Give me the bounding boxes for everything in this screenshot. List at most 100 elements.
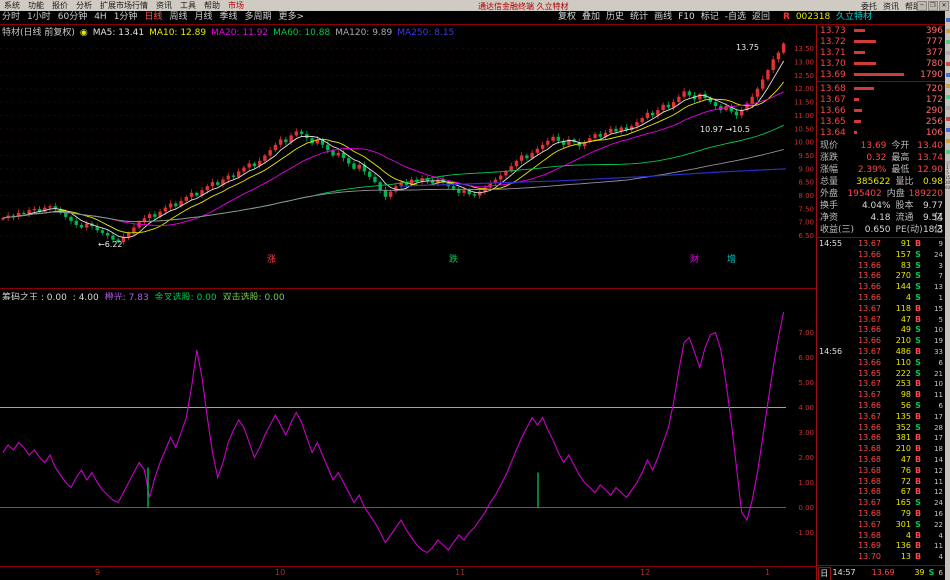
- menu-item[interactable]: 分析: [76, 1, 92, 10]
- period-indicator[interactable]: 日线: [818, 566, 831, 580]
- tick-row: 13.67 135 B 17: [817, 412, 945, 423]
- toolbar-button-标记[interactable]: 标记: [701, 11, 719, 24]
- quote-label: 量比: [895, 177, 914, 187]
- trading-terminal-window: 系统 功能 报价 分析 扩展市场行情 资讯 工具 帮助 市场 通达信金融终端 久立特材 委托资…: [0, 0, 950, 580]
- period-tab-月线[interactable]: 月线: [194, 11, 212, 24]
- menu-item[interactable]: 工具: [180, 1, 196, 10]
- tick-row: 13.65 222 S 21: [817, 369, 945, 380]
- tick-volume: 165: [895, 498, 911, 508]
- toolbar-button-统计[interactable]: 统计: [630, 11, 648, 24]
- tick-side-flag: S: [915, 282, 921, 292]
- strip-period-label[interactable]: 60: [945, 185, 950, 190]
- strip-icon[interactable]: [945, 73, 950, 77]
- strip-icon[interactable]: [945, 117, 950, 121]
- toolbar-button-F10[interactable]: F10: [678, 11, 695, 24]
- tick-side-flag: B: [914, 508, 922, 518]
- strip-icon[interactable]: [945, 29, 950, 33]
- tick-side-flag: B: [914, 303, 922, 313]
- strip-icon[interactable]: [945, 62, 950, 66]
- close-button[interactable]: ✕: [939, 1, 949, 11]
- strip-icon[interactable]: [945, 40, 950, 44]
- month-label: 1: [765, 568, 771, 577]
- toolbar-button-画线[interactable]: 画线: [654, 11, 672, 24]
- menu-item[interactable]: 帮助: [204, 1, 220, 10]
- book-volume: 720: [925, 83, 943, 94]
- order-book-row[interactable]: 13.71 377: [817, 47, 945, 58]
- period-tab-季线[interactable]: 季线: [219, 11, 237, 24]
- tick-price: 13.68: [858, 444, 881, 454]
- strip-icon[interactable]: [945, 18, 950, 22]
- book-bar: [854, 73, 911, 76]
- order-book-row[interactable]: 13.67 172: [817, 94, 945, 105]
- menu-item[interactable]: 扩展市场行情: [100, 1, 148, 10]
- tick-time: [817, 498, 849, 509]
- tick-row: 13.68 72 B 11: [817, 477, 945, 488]
- menu-item[interactable]: 功能: [28, 1, 44, 10]
- strip-icon[interactable]: [945, 51, 950, 55]
- strip-icon[interactable]: [945, 128, 950, 132]
- tick-row: 13.68 67 B 12: [817, 487, 945, 498]
- tick-row: 13.66 49 S 10: [817, 325, 945, 336]
- minimize-button[interactable]: ─: [917, 1, 927, 11]
- book-volume: 172: [925, 94, 943, 105]
- tick-volume: 47: [900, 314, 911, 324]
- tick-volume: 91: [900, 239, 911, 248]
- candlestick-chart[interactable]: 13.50 13.00 12.50 12.00 11.50 11.00 10.50 10.00…: [0, 36, 816, 288]
- restore-button[interactable]: ❐: [928, 1, 938, 11]
- order-book-row[interactable]: 13.66 290: [817, 105, 945, 116]
- toolbar-button-复权[interactable]: 复权: [558, 11, 576, 24]
- toolbar-button-叠加[interactable]: 叠加: [582, 11, 600, 24]
- order-book-row[interactable]: 13.68 720: [817, 83, 945, 94]
- tick-time: [817, 509, 849, 520]
- quote-separator: [817, 237, 945, 238]
- strip-icon[interactable]: [945, 139, 950, 143]
- quote-value: 2.39%: [857, 165, 887, 175]
- right-icon-strip: 1 5 15 30 60: [945, 11, 950, 580]
- period-tab-日线[interactable]: 日线: [144, 11, 162, 24]
- menu-item[interactable]: 资讯: [156, 1, 172, 10]
- period-tab-1分钟[interactable]: 1分钟: [114, 11, 138, 24]
- book-volume: 1790: [920, 69, 943, 80]
- toolbar-button-返回[interactable]: 返回: [752, 11, 770, 24]
- tick-time: [817, 369, 849, 380]
- period-tab-多周期[interactable]: 多周期: [245, 11, 272, 24]
- period-tab-1小时[interactable]: 1小时: [27, 11, 51, 24]
- tick-time: [817, 541, 849, 552]
- order-book-row[interactable]: 13.64 106: [817, 127, 945, 138]
- strip-icon[interactable]: [945, 84, 950, 88]
- order-book-row[interactable]: 13.69 1790: [817, 69, 945, 80]
- period-tab-4H[interactable]: 4H: [94, 11, 107, 24]
- tick-price: 13.66: [858, 422, 881, 432]
- order-book-row[interactable]: 13.70 780: [817, 58, 945, 69]
- tick-count: 18: [934, 445, 943, 454]
- order-book-row[interactable]: 13.72 777: [817, 36, 945, 47]
- tick-price: 13.68: [858, 487, 881, 497]
- menu-item-market-promo[interactable]: 市场: [228, 0, 244, 11]
- tick-count: 24: [934, 250, 943, 259]
- strip-icon[interactable]: [945, 95, 950, 99]
- book-bar-fill: [854, 109, 862, 112]
- svg-text:13.75: 13.75: [736, 43, 759, 52]
- tick-time: [817, 531, 849, 542]
- strip-icon[interactable]: [945, 106, 950, 110]
- period-tab-更多>[interactable]: 更多>: [279, 11, 305, 24]
- strip-icon[interactable]: [945, 150, 950, 154]
- svg-text:10.00: 10.00: [794, 139, 814, 147]
- tick-price: 13.65: [858, 368, 881, 378]
- order-book-row[interactable]: 13.65 256: [817, 116, 945, 127]
- svg-text:2.00: 2.00: [798, 454, 814, 462]
- toolbar-button-历史[interactable]: 历史: [606, 11, 624, 24]
- period-tab-60分钟[interactable]: 60分钟: [58, 11, 87, 24]
- order-book-row[interactable]: 13.73 396: [817, 25, 945, 36]
- toolbar-button--自选[interactable]: -自选: [725, 11, 746, 24]
- menu-item[interactable]: 报价: [52, 1, 68, 10]
- indicator-header: 筹码之王 : 0.00: 4.00 橙光: 7.83 金叉选股: 0.00 双击选股:…: [2, 290, 786, 303]
- menu-item[interactable]: 系统: [4, 1, 20, 10]
- quote-value: 18.3: [922, 225, 943, 235]
- tick-price: 13.67: [858, 390, 881, 400]
- indicator-chart[interactable]: 7.00 6.00 5.00 4.00 3.00 2.00 1.00 0.00 -1.00: [0, 300, 816, 566]
- book-bar: [854, 51, 911, 54]
- period-tab-分时[interactable]: 分时: [2, 11, 20, 24]
- quote-label: 最低: [891, 165, 910, 175]
- period-tab-周线[interactable]: 周线: [169, 11, 187, 24]
